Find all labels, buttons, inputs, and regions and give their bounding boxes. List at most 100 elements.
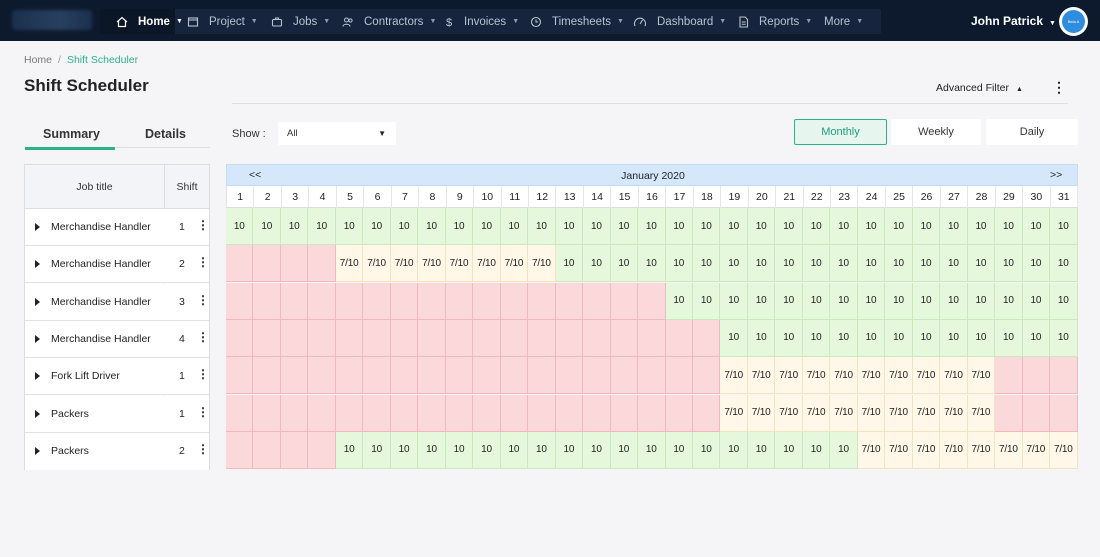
shift-cell-day-14[interactable]: 10 [583, 208, 611, 245]
shift-cell-day-19[interactable]: 10 [720, 282, 748, 320]
shift-cell-day-12[interactable] [528, 319, 556, 357]
shift-cell-day-31[interactable] [1050, 394, 1078, 432]
shift-cell-day-1[interactable] [226, 282, 254, 320]
shift-cell-day-26[interactable]: 7/10 [912, 357, 941, 395]
nav-item-home[interactable]: Home ▼ [100, 9, 183, 34]
shift-cell-day-3[interactable] [280, 357, 309, 395]
shift-cell-day-24[interactable]: 10 [857, 319, 886, 357]
shift-cell-day-9[interactable] [445, 282, 474, 320]
shift-cell-day-24[interactable]: 7/10 [857, 357, 886, 395]
expand-row-icon[interactable] [35, 409, 40, 418]
weekly-view-button[interactable]: Weekly [891, 119, 981, 145]
more-options-icon[interactable]: ⋮ [1052, 80, 1066, 96]
shift-cell-day-8[interactable]: 10 [418, 431, 446, 469]
advanced-filter-toggle[interactable]: Advanced Filter ▲ [936, 82, 1023, 94]
shift-cell-day-19[interactable]: 10 [720, 319, 748, 357]
shift-cell-day-26[interactable]: 10 [912, 208, 941, 245]
shift-cell-day-18[interactable]: 10 [692, 245, 721, 283]
shift-cell-day-4[interactable] [308, 319, 336, 357]
shift-cell-day-11[interactable] [500, 282, 529, 320]
shift-cell-day-2[interactable] [253, 245, 281, 283]
shift-cell-day-18[interactable]: 10 [692, 431, 721, 469]
shift-cell-day-28[interactable]: 7/10 [967, 394, 996, 432]
shift-cell-day-15[interactable]: 10 [610, 431, 639, 469]
shift-cell-day-17[interactable]: 10 [665, 208, 693, 245]
shift-cell-day-20[interactable]: 7/10 [747, 357, 776, 395]
shift-cell-day-19[interactable]: 7/10 [720, 357, 748, 395]
shift-cell-day-3[interactable] [280, 245, 309, 283]
nav-item-more[interactable]: More ▼ [812, 9, 881, 34]
shift-cell-day-19[interactable]: 7/10 [720, 394, 748, 432]
shift-cell-day-21[interactable]: 10 [775, 282, 803, 320]
nav-item-dashboard[interactable]: Dashboard ▼ [621, 9, 726, 34]
shift-cell-day-16[interactable] [638, 282, 666, 320]
shift-cell-day-24[interactable]: 10 [857, 208, 886, 245]
shift-cell-day-26[interactable]: 10 [912, 245, 941, 283]
shift-cell-day-7[interactable]: 10 [390, 431, 419, 469]
shift-cell-day-28[interactable]: 7/10 [967, 357, 996, 395]
shift-cell-day-23[interactable]: 7/10 [830, 394, 858, 432]
shift-cell-day-4[interactable] [308, 245, 336, 283]
shift-cell-day-11[interactable]: 10 [500, 208, 529, 245]
shift-cell-day-5[interactable] [335, 282, 364, 320]
nav-item-contractors[interactable]: Contractors ▼ [330, 9, 436, 34]
shift-cell-day-31[interactable]: 10 [1050, 208, 1078, 245]
table-row[interactable]: Merchandise Handler 1 ⋮ [25, 209, 209, 246]
shift-cell-day-19[interactable]: 10 [720, 431, 748, 469]
shift-cell-day-24[interactable]: 7/10 [857, 431, 886, 469]
shift-cell-day-10[interactable] [473, 357, 501, 395]
shift-cell-day-5[interactable] [335, 319, 364, 357]
shift-cell-day-12[interactable] [528, 357, 556, 395]
shift-cell-day-15[interactable] [610, 394, 639, 432]
shift-cell-day-10[interactable] [473, 394, 501, 432]
shift-cell-day-9[interactable]: 10 [445, 431, 474, 469]
shift-cell-day-11[interactable] [500, 319, 529, 357]
shift-cell-day-9[interactable] [445, 357, 474, 395]
expand-row-icon[interactable] [35, 334, 40, 343]
table-row[interactable]: Merchandise Handler 4 ⋮ [25, 320, 209, 358]
shift-cell-day-11[interactable]: 7/10 [500, 245, 529, 283]
shift-cell-day-17[interactable]: 10 [665, 282, 693, 320]
shift-cell-day-6[interactable] [363, 357, 391, 395]
shift-cell-day-18[interactable] [692, 319, 721, 357]
shift-cell-day-30[interactable]: 10 [1022, 282, 1051, 320]
shift-cell-day-6[interactable]: 7/10 [363, 245, 391, 283]
shift-cell-day-18[interactable] [692, 357, 721, 395]
shift-cell-day-7[interactable] [390, 357, 419, 395]
shift-cell-day-27[interactable]: 10 [940, 245, 968, 283]
shift-cell-day-10[interactable]: 10 [473, 208, 501, 245]
shift-cell-day-9[interactable]: 10 [445, 208, 474, 245]
table-row[interactable]: Merchandise Handler 2 ⋮ [25, 246, 209, 284]
shift-cell-day-4[interactable]: 10 [308, 208, 336, 245]
shift-cell-day-13[interactable] [555, 357, 584, 395]
shift-cell-day-30[interactable] [1022, 394, 1051, 432]
expand-row-icon[interactable] [35, 297, 40, 306]
shift-cell-day-17[interactable]: 10 [665, 431, 693, 469]
shift-cell-day-27[interactable]: 7/10 [940, 394, 968, 432]
expand-row-icon[interactable] [35, 372, 40, 381]
nav-item-timesheets[interactable]: Timesheets ▼ [518, 9, 624, 34]
shift-cell-day-6[interactable]: 10 [363, 208, 391, 245]
shift-cell-day-1[interactable] [226, 245, 254, 283]
shift-cell-day-31[interactable] [1050, 357, 1078, 395]
shift-cell-day-24[interactable]: 7/10 [857, 394, 886, 432]
shift-cell-day-1[interactable]: 10 [226, 208, 254, 245]
shift-cell-day-2[interactable] [253, 431, 281, 469]
shift-cell-day-25[interactable]: 7/10 [885, 357, 913, 395]
shift-cell-day-5[interactable]: 10 [335, 431, 364, 469]
shift-cell-day-11[interactable] [500, 357, 529, 395]
shift-cell-day-8[interactable]: 10 [418, 208, 446, 245]
shift-cell-day-5[interactable] [335, 357, 364, 395]
shift-cell-day-25[interactable]: 10 [885, 245, 913, 283]
shift-cell-day-15[interactable]: 10 [610, 245, 639, 283]
shift-cell-day-6[interactable]: 10 [363, 431, 391, 469]
next-month-button[interactable]: >> [1050, 169, 1062, 181]
shift-cell-day-7[interactable]: 7/10 [390, 245, 419, 283]
shift-cell-day-31[interactable]: 7/10 [1050, 431, 1078, 469]
shift-cell-day-2[interactable] [253, 282, 281, 320]
shift-cell-day-29[interactable]: 10 [995, 208, 1023, 245]
shift-cell-day-29[interactable]: 10 [995, 282, 1023, 320]
shift-cell-day-4[interactable] [308, 282, 336, 320]
shift-cell-day-20[interactable]: 7/10 [747, 394, 776, 432]
shift-cell-day-15[interactable] [610, 357, 639, 395]
